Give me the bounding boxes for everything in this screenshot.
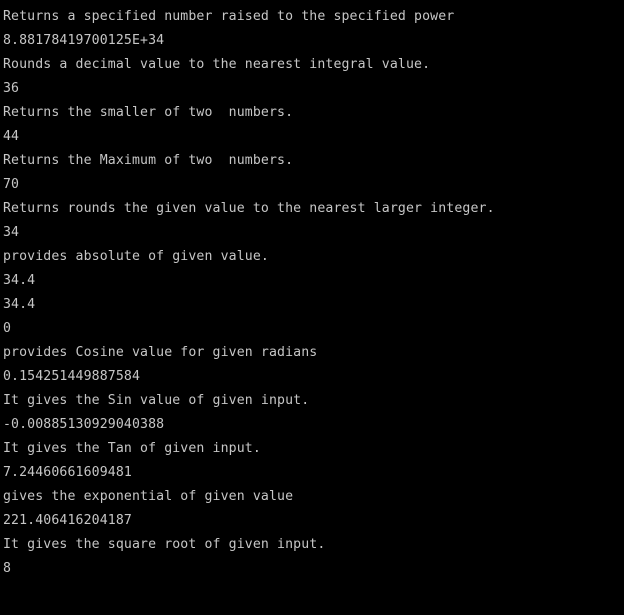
console-output-value: 221.406416204187 [3,513,132,528]
console-output-description: provides Cosine value for given radians [3,345,318,360]
console-output-value: 0 [3,321,12,336]
console-output-value: 0.154251449887584 [3,369,141,384]
console-window[interactable]: Returns a specified number raised to the… [0,0,624,615]
console-output-value: 34.4 [3,297,36,312]
console-output-value: 7.24460661609481 [3,465,132,480]
console-output-description: It gives the square root of given input. [3,537,326,552]
console-output-description: Returns the smaller of two numbers. [3,105,294,120]
console-output-text: Returns a specified number raised to the… [0,0,624,605]
console-output-description: Rounds a decimal value to the nearest in… [3,57,431,72]
console-output-description: provides absolute of given value. [3,249,269,264]
console-output-description: It gives the Tan of given input. [3,441,261,456]
console-output-value: 44 [3,129,20,144]
console-caret-row [3,581,624,605]
console-output-value: -0.00885130929040388 [3,417,165,432]
console-output-value: 8.88178419700125E+34 [3,33,165,48]
console-output-description: Returns the Maximum of two numbers. [3,153,294,168]
console-output-description: It gives the Sin value of given input. [3,393,310,408]
console-output-value: 34.4 [3,273,36,288]
console-output-value: 70 [3,177,20,192]
console-output-value: 8 [3,561,12,576]
console-output-value: 36 [3,81,20,96]
console-output-description: Returns a specified number raised to the… [3,9,455,24]
console-output-description: Returns rounds the given value to the ne… [3,201,495,216]
console-output-description: gives the exponential of given value [3,489,294,504]
console-output-value: 34 [3,225,20,240]
